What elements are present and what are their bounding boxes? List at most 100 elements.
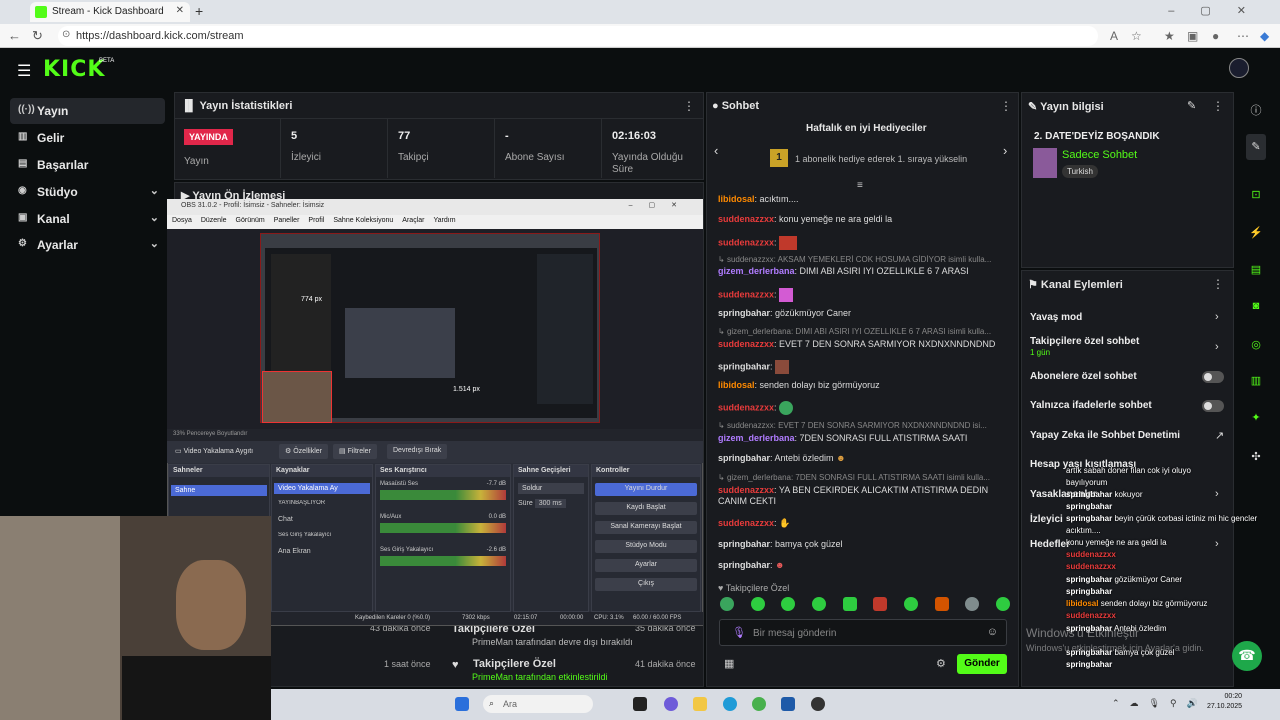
more-icon[interactable]: ⋯ <box>1237 29 1249 43</box>
emote-button[interactable] <box>965 597 980 611</box>
obs-taskbar-icon[interactable] <box>811 697 825 711</box>
emote-button[interactable] <box>934 597 949 611</box>
kick-logo[interactable]: KICK <box>43 57 105 82</box>
support-icon[interactable]: ☎ <box>1232 641 1262 671</box>
edit-icon[interactable]: ✎ <box>1187 99 1196 112</box>
emotes-only-toggle[interactable] <box>1202 400 1224 412</box>
obs-source-item[interactable]: Ses Giriş Yakalayıcı <box>278 532 366 542</box>
reply-preview[interactable]: ↳ gizem_derlerbana: DIMI ABI ASIRI IYI O… <box>718 327 1008 336</box>
emote-button[interactable] <box>781 597 796 611</box>
goals-action[interactable]: Hedefler <box>1030 539 1070 550</box>
chevron-left-icon[interactable]: ‹ <box>714 143 718 158</box>
webcam-source-preview[interactable] <box>262 371 332 423</box>
moderation-icon[interactable]: ✣ <box>1246 450 1266 463</box>
obs-menu-item[interactable]: Düzenle <box>201 217 227 224</box>
external-link-icon[interactable]: ↗ <box>1215 429 1224 442</box>
taskbar-search[interactable]: ⌕ Ara <box>483 695 593 713</box>
obs-zoom[interactable]: 33% Pencereye Boyutlandır <box>167 429 703 441</box>
obs-menu-item[interactable]: Paneller <box>274 217 300 224</box>
transition-select[interactable]: Soldur <box>518 483 584 494</box>
settings-icon[interactable]: ⚙ <box>936 657 946 670</box>
obs-source-item[interactable]: Chat <box>278 516 366 526</box>
emote-button[interactable] <box>903 597 918 611</box>
obs-menu-item[interactable]: Profil <box>308 217 324 224</box>
viewer-action[interactable]: İzleyici <box>1030 514 1063 525</box>
reply-preview[interactable]: ↳ gizem_derlerbana: 7DEN SONRASI FULL AT… <box>718 473 1008 482</box>
emote-button[interactable] <box>811 597 826 611</box>
start-icon[interactable] <box>455 697 469 711</box>
stats-menu-icon[interactable]: ⋮ <box>683 99 695 113</box>
obs-scene-item[interactable]: Sahne <box>171 485 267 496</box>
obs-menu-item[interactable]: Araçlar <box>402 217 424 224</box>
emote-button[interactable] <box>873 597 888 611</box>
obs-menu-item[interactable]: Dosya <box>172 217 192 224</box>
emote-button[interactable] <box>995 597 1010 611</box>
transition-duration[interactable]: Süre 300 ms <box>518 499 584 508</box>
menu-icon[interactable]: ☰ <box>17 61 31 81</box>
virtual-camera-button[interactable]: Sanal Kamerayı Başlat <box>595 521 697 534</box>
sidebar-item-yayin[interactable]: ((·)) Yayın <box>10 98 165 124</box>
favorites-icon[interactable]: ★ <box>1164 29 1175 43</box>
chat-bubble-icon[interactable]: ◙ <box>1246 300 1266 312</box>
obs-source-item[interactable]: Ana Ekran <box>278 548 366 558</box>
sidebar-item-ayarlar[interactable]: ⚙ Ayarlar ⌄ <box>10 232 165 258</box>
copilot-icon[interactable]: ◆ <box>1260 29 1269 43</box>
clipboard-icon[interactable]: ▤ <box>1246 263 1266 276</box>
broadcast-icon[interactable]: ◎ <box>1246 338 1266 351</box>
followers-only-action[interactable]: Takipçilere özel sohbet <box>1030 336 1139 347</box>
obs-filters-button[interactable]: ▤ Filtreler <box>333 444 377 459</box>
obs-menu-item[interactable]: Yardım <box>433 217 455 224</box>
emote-button[interactable] <box>720 597 734 611</box>
app-icon[interactable] <box>781 697 795 711</box>
reply-preview[interactable]: ↳ suddenazzxx: AKSAM YEMEKLERİ COK HOSUM… <box>718 255 1008 264</box>
edge-icon[interactable] <box>723 697 737 711</box>
file-explorer-icon[interactable] <box>693 697 707 711</box>
emote-button[interactable] <box>750 597 765 611</box>
wrench-icon[interactable]: ✦ <box>1246 411 1266 424</box>
chat-menu-icon[interactable]: ⋮ <box>1000 99 1012 113</box>
read-aloud-icon[interactable]: A <box>1110 29 1118 43</box>
chevron-right-icon[interactable]: › <box>1003 143 1007 158</box>
avatar[interactable] <box>1229 58 1249 78</box>
obs-source-item[interactable]: YAYINBAŞLIYOR <box>278 500 366 510</box>
chevron-right-icon[interactable]: › <box>1215 311 1219 323</box>
ai-moderation-action[interactable]: Yapay Zeka ile Sohbet Denetimi <box>1030 430 1180 441</box>
obs-menu-item[interactable]: Görünüm <box>236 217 265 224</box>
sidebar-item-basarilar[interactable]: ▤ Başarılar <box>10 152 165 178</box>
back-icon[interactable]: ← <box>8 28 21 43</box>
taskbar-clock[interactable]: 00:20 27.10.2025 <box>1207 692 1242 712</box>
profile-icon[interactable]: ● <box>1212 29 1219 43</box>
collections-icon[interactable]: ▣ <box>1187 29 1198 43</box>
info-icon[interactable]: ⓘ <box>1246 102 1266 118</box>
obs-properties-button[interactable]: ⚙ Özellikler <box>279 444 329 459</box>
obs-disable-button[interactable]: Devredışı Bırak <box>387 444 448 459</box>
sidebar-item-gelir[interactable]: ▥ Gelir <box>10 125 165 151</box>
slow-mode-action[interactable]: Yavaş mod <box>1030 312 1082 323</box>
obs-source-item[interactable]: Video Yakalama Ay <box>274 483 370 494</box>
url-field[interactable]: ⊙ https://dashboard.kick.com/stream <box>58 26 1098 46</box>
chat-input[interactable]: 🎙 Bir mesaj gönderin ☺ <box>719 619 1007 646</box>
poll-icon[interactable]: ▥ <box>1246 374 1266 387</box>
favorite-star-icon[interactable]: ☆ <box>1131 29 1142 43</box>
studio-mode-button[interactable]: Stüdyo Modu <box>595 540 697 553</box>
task-view-icon[interactable] <box>633 697 647 711</box>
reload-icon[interactable]: ↻ <box>32 28 43 44</box>
filter-icon[interactable]: ≡ <box>857 180 863 191</box>
lightning-icon[interactable]: ⚡ <box>1246 226 1266 239</box>
category-link[interactable]: Sadece Sohbet <box>1062 149 1137 161</box>
site-info-icon[interactable]: ⊙ <box>62 29 70 40</box>
start-recording-button[interactable]: Kaydı Başlat <box>595 502 697 515</box>
gift-icon[interactable]: ▦ <box>724 657 734 670</box>
copilot-app-icon[interactable] <box>664 697 678 711</box>
close-tab-icon[interactable]: ✕ <box>176 5 184 16</box>
emote-button[interactable] <box>842 597 857 611</box>
stream-info-menu-icon[interactable]: ⋮ <box>1212 99 1224 113</box>
browser-tab[interactable]: Stream - Kick Dashboard ✕ <box>30 2 190 22</box>
raid-icon[interactable]: ⊡ <box>1246 188 1266 201</box>
stop-stream-button[interactable]: Yayını Durdur <box>595 483 697 496</box>
obs-window-controls[interactable]: –▢✕ <box>629 201 693 209</box>
reply-preview[interactable]: ↳ suddenazzxx: EVET 7 DEN SONRA SARMIYOR… <box>718 421 1008 430</box>
app-icon[interactable] <box>752 697 766 711</box>
send-button[interactable]: Gönder <box>957 654 1007 674</box>
obs-settings-button[interactable]: Ayarlar <box>595 559 697 572</box>
